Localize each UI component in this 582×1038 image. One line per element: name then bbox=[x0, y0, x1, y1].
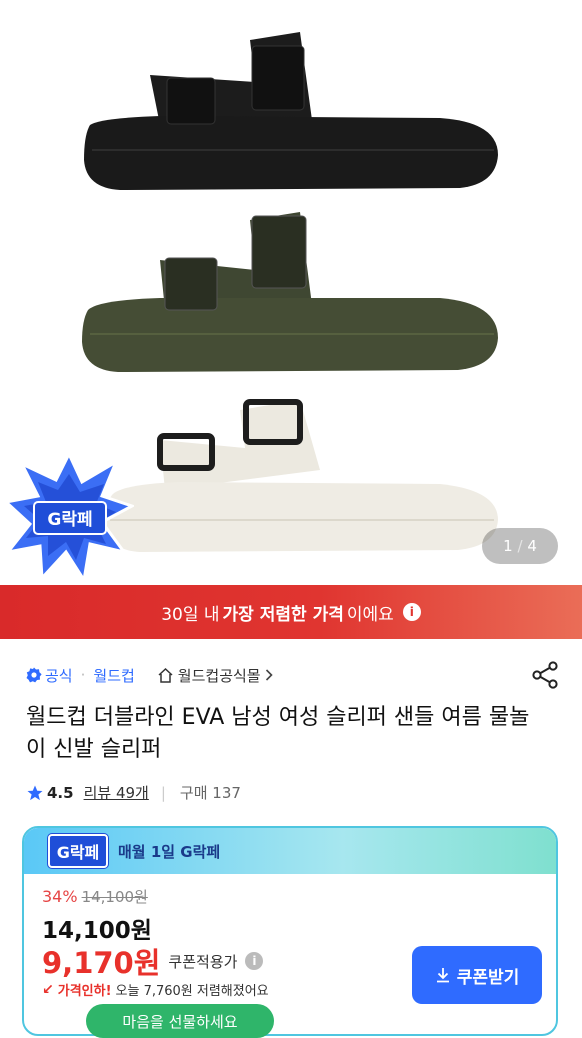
original-price: 14,100원 bbox=[81, 888, 148, 906]
rating-row: 4.5 리뷰 49개 | 구매 137 bbox=[26, 782, 241, 803]
info-icon[interactable]: i bbox=[402, 603, 421, 621]
coupon-price-label: 쿠폰적용가 bbox=[168, 952, 238, 971]
arrow-down-icon: ↙ bbox=[42, 981, 54, 998]
deal-header-text: 매월 1일 G락페 bbox=[118, 842, 221, 861]
seller-meta: 공식 · 월드컵 월드컵공식몰 bbox=[26, 662, 273, 688]
promo-suffix: 이에요 bbox=[346, 604, 394, 625]
price-drop-note: ↙ 가격인하! 오늘 7,760원 저렴해졌어요 bbox=[42, 980, 269, 1000]
price-drop-text: 오늘 7,760원 저렴해졌어요 bbox=[115, 984, 269, 999]
cream-sandal bbox=[104, 399, 498, 552]
coupon-price: 9,170원 bbox=[42, 946, 161, 980]
counter-separator: / bbox=[517, 537, 523, 555]
info-icon[interactable]: i bbox=[245, 952, 264, 970]
official-badge: 공식 bbox=[26, 665, 73, 686]
shop-link[interactable]: 월드컵공식몰 bbox=[157, 665, 273, 686]
shop-name: 월드컵공식몰 bbox=[177, 666, 261, 685]
meta-separator: · bbox=[80, 666, 86, 684]
counter-total: 4 bbox=[527, 537, 537, 555]
black-sandal bbox=[84, 32, 498, 190]
counter-current: 1 bbox=[503, 537, 513, 555]
discount-row: 34% 14,100원 bbox=[42, 886, 148, 907]
get-coupon-button[interactable]: 쿠폰받기 bbox=[412, 946, 542, 1004]
image-counter: 1 / 4 bbox=[482, 528, 558, 564]
share-icon[interactable] bbox=[530, 660, 560, 690]
olive-sandal bbox=[82, 212, 498, 372]
promo-highlight: 가장 저렴한 가격 bbox=[222, 604, 344, 625]
g-rockfe-badge: G락페 bbox=[48, 834, 108, 868]
product-title: 월드컵 더블라인 EVA 남성 여성 슬리퍼 샌들 여름 물놀이 신발 슬리퍼 bbox=[26, 705, 530, 762]
review-count-link[interactable]: 리뷰 49개 bbox=[84, 782, 149, 803]
sticker-label: G락페 bbox=[47, 510, 92, 530]
purchase-count: 구매 137 bbox=[179, 784, 241, 802]
brand-name[interactable]: 월드컵 bbox=[93, 665, 134, 686]
promo-prefix: 30일 내 bbox=[161, 604, 220, 625]
discount-percent: 34% bbox=[42, 887, 78, 906]
burst-icon: G락페 bbox=[2, 450, 136, 585]
rating-score: 4.5 bbox=[47, 783, 74, 802]
gift-button[interactable]: 마음을 선물하세요 bbox=[86, 1004, 274, 1038]
price-drop-label: 가격인하! bbox=[57, 984, 112, 999]
rating-separator: | bbox=[160, 783, 166, 802]
coupon-button-label: 쿠폰받기 bbox=[456, 967, 520, 988]
download-icon bbox=[436, 968, 449, 983]
official-label: 공식 bbox=[45, 666, 73, 685]
star-icon bbox=[27, 785, 43, 800]
badge-label: G락페 bbox=[56, 843, 100, 862]
home-icon bbox=[158, 667, 173, 683]
coupon-price-row: 9,170원 쿠폰적용가 i bbox=[42, 940, 264, 982]
deal-header: G락페 매월 1일 G락페 bbox=[24, 828, 556, 874]
chevron-right-icon bbox=[265, 669, 273, 681]
g-rockfe-sticker: G락페 bbox=[2, 450, 136, 585]
verified-icon bbox=[26, 667, 42, 683]
lowest-price-banner[interactable]: 30일 내 가장 저렴한 가격 이에요 i bbox=[0, 585, 582, 639]
